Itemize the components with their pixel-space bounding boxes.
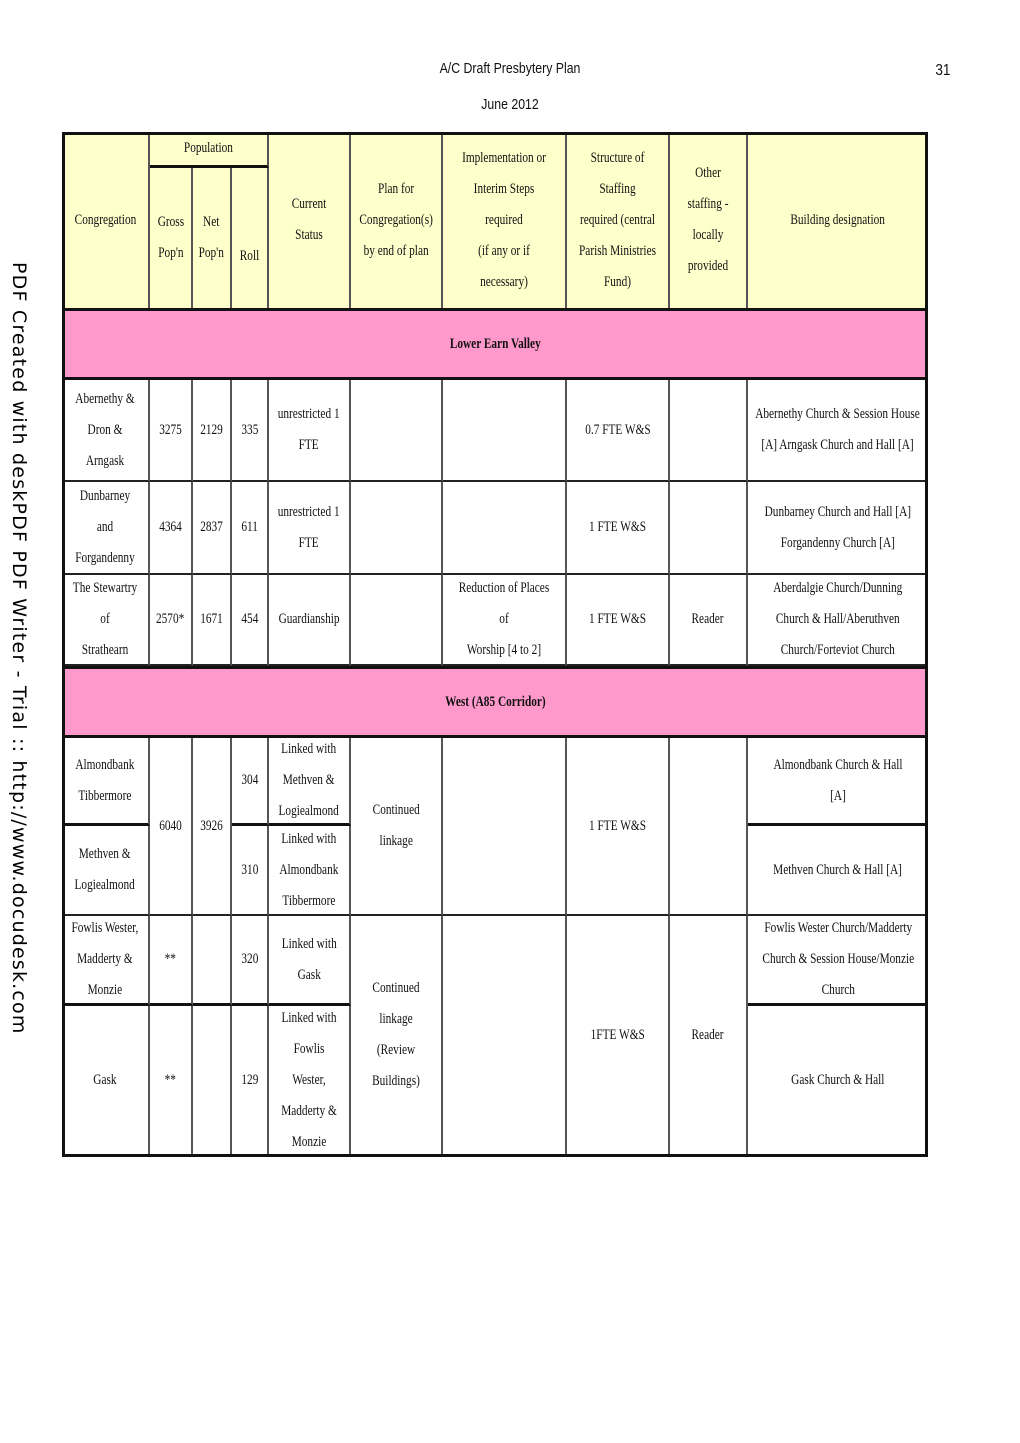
header-net-popn: Net Pop'n: [193, 168, 232, 308]
table-cell-plan: Continued linkage (Review Buildings): [351, 916, 443, 1154]
table-cell-net: 2837: [193, 482, 232, 575]
table-cell-implementation: [443, 738, 567, 916]
table-cell-roll: 320: [232, 916, 269, 1006]
table-cell-structure: 1 FTE W&S: [567, 738, 670, 916]
header-gross-popn: Gross Pop'n: [150, 168, 193, 308]
table-cell-roll: 304: [232, 738, 269, 826]
table-cell-congregation: Methven & Logiealmond: [62, 826, 150, 916]
table-cell-plan: [351, 575, 443, 666]
table-cell-other-staffing: Reader: [670, 575, 748, 666]
table-cell-current-status: unrestricted 1 FTE: [269, 482, 351, 575]
table-cell-net: 1671: [193, 575, 232, 666]
table-cell-net: [193, 1006, 232, 1154]
table-cell-building: Methven Church & Hall [A]: [748, 826, 928, 916]
table-cell-current-status: Guardianship: [269, 575, 351, 666]
table-cell-other-staffing: [670, 482, 748, 575]
table-cell-net: [193, 916, 232, 1006]
header-other-staffing: Other staffing - locally provided: [670, 132, 748, 308]
table-cell-implementation: [443, 380, 567, 482]
table-cell-current-status: Linked with Methven & Logiealmond: [269, 738, 351, 826]
table-cell-current-status: Linked with Almondbank Tibbermore: [269, 826, 351, 916]
section-lower-earn-valley: Lower Earn Valley: [62, 308, 928, 380]
table-cell-implementation: [443, 482, 567, 575]
table-cell-current-status: Linked with Gask: [269, 916, 351, 1006]
document-title: A/C Draft Presbytery Plan: [439, 60, 581, 77]
header-implementation: Implementation or Interim Steps required…: [443, 132, 567, 308]
table-cell-gross: **: [150, 916, 193, 1006]
table-cell-gross: 4364: [150, 482, 193, 575]
table-cell-congregation: Almondbank Tibbermore: [62, 738, 150, 826]
table-cell-net: 3926: [193, 738, 232, 916]
table-cell-building: Almondbank Church & Hall [A]: [748, 738, 928, 826]
table-cell-implementation: Reduction of Places of Worship [4 to 2]: [443, 575, 567, 666]
table-cell-plan: Continued linkage: [351, 738, 443, 916]
table-cell-implementation: [443, 916, 567, 1154]
document-date: June 2012: [481, 96, 539, 113]
table-cell-roll: 129: [232, 1006, 269, 1154]
watermark-text: PDF Created with deskPDF PDF Writer - Tr…: [8, 262, 30, 1035]
table-cell-other-staffing: [670, 380, 748, 482]
table-cell-roll: 454: [232, 575, 269, 666]
header-plan: Plan for Congregation(s) by end of plan: [351, 132, 443, 308]
table-cell-building: Aberdalgie Church/Dunning Church & Hall/…: [748, 575, 928, 666]
table-cell-building: Gask Church & Hall: [748, 1006, 928, 1154]
presbytery-plan-table: Congregation Population Gross Pop'n Net …: [62, 132, 928, 1157]
table-cell-building: Fowlis Wester Church/Madderty Church & S…: [748, 916, 928, 1006]
table-cell-gross: 3275: [150, 380, 193, 482]
table-cell-structure: 0.7 FTE W&S: [567, 380, 670, 482]
header-roll: Roll: [232, 168, 269, 308]
table-cell-gross: **: [150, 1006, 193, 1154]
table-cell-current-status: Linked with Fowlis Wester, Madderty & Mo…: [269, 1006, 351, 1154]
table-cell-other-staffing: Reader: [670, 916, 748, 1154]
header-structure-of-staffing: Structure of Staffing required (central …: [567, 132, 670, 308]
table-cell-plan: [351, 380, 443, 482]
table-cell-roll: 611: [232, 482, 269, 575]
table-cell-other-staffing: [670, 738, 748, 916]
header-building-designation: Building designation: [748, 132, 928, 308]
table-cell-structure: 1 FTE W&S: [567, 482, 670, 575]
table-cell-roll: 310: [232, 826, 269, 916]
header-congregation: Congregation: [62, 132, 150, 308]
table-cell-congregation: Gask: [62, 1006, 150, 1154]
header-current-status: Current Status: [269, 132, 351, 308]
table-cell-net: 2129: [193, 380, 232, 482]
table-cell-congregation: The Stewartry of Strathearn: [62, 575, 150, 666]
table-cell-gross: 6040: [150, 738, 193, 916]
table-cell-gross: 2570*: [150, 575, 193, 666]
table-cell-building: Abernethy Church & Session House [A] Arn…: [748, 380, 928, 482]
header-population: Population: [150, 132, 269, 168]
table-cell-structure: 1 FTE W&S: [567, 575, 670, 666]
table-cell-roll: 335: [232, 380, 269, 482]
section-west-a85-corridor: West (A85 Corridor): [62, 666, 928, 738]
table-cell-congregation: Dunbarney and Forgandenny: [62, 482, 150, 575]
table-cell-congregation: Abernethy & Dron & Arngask: [62, 380, 150, 482]
table-cell-building: Dunbarney Church and Hall [A] Forgandenn…: [748, 482, 928, 575]
page-number: 31: [935, 62, 951, 79]
table-cell-plan: [351, 482, 443, 575]
table-cell-current-status: unrestricted 1 FTE: [269, 380, 351, 482]
table-cell-structure: 1FTE W&S: [567, 916, 670, 1154]
table-cell-congregation: Fowlis Wester, Madderty & Monzie: [62, 916, 150, 1006]
